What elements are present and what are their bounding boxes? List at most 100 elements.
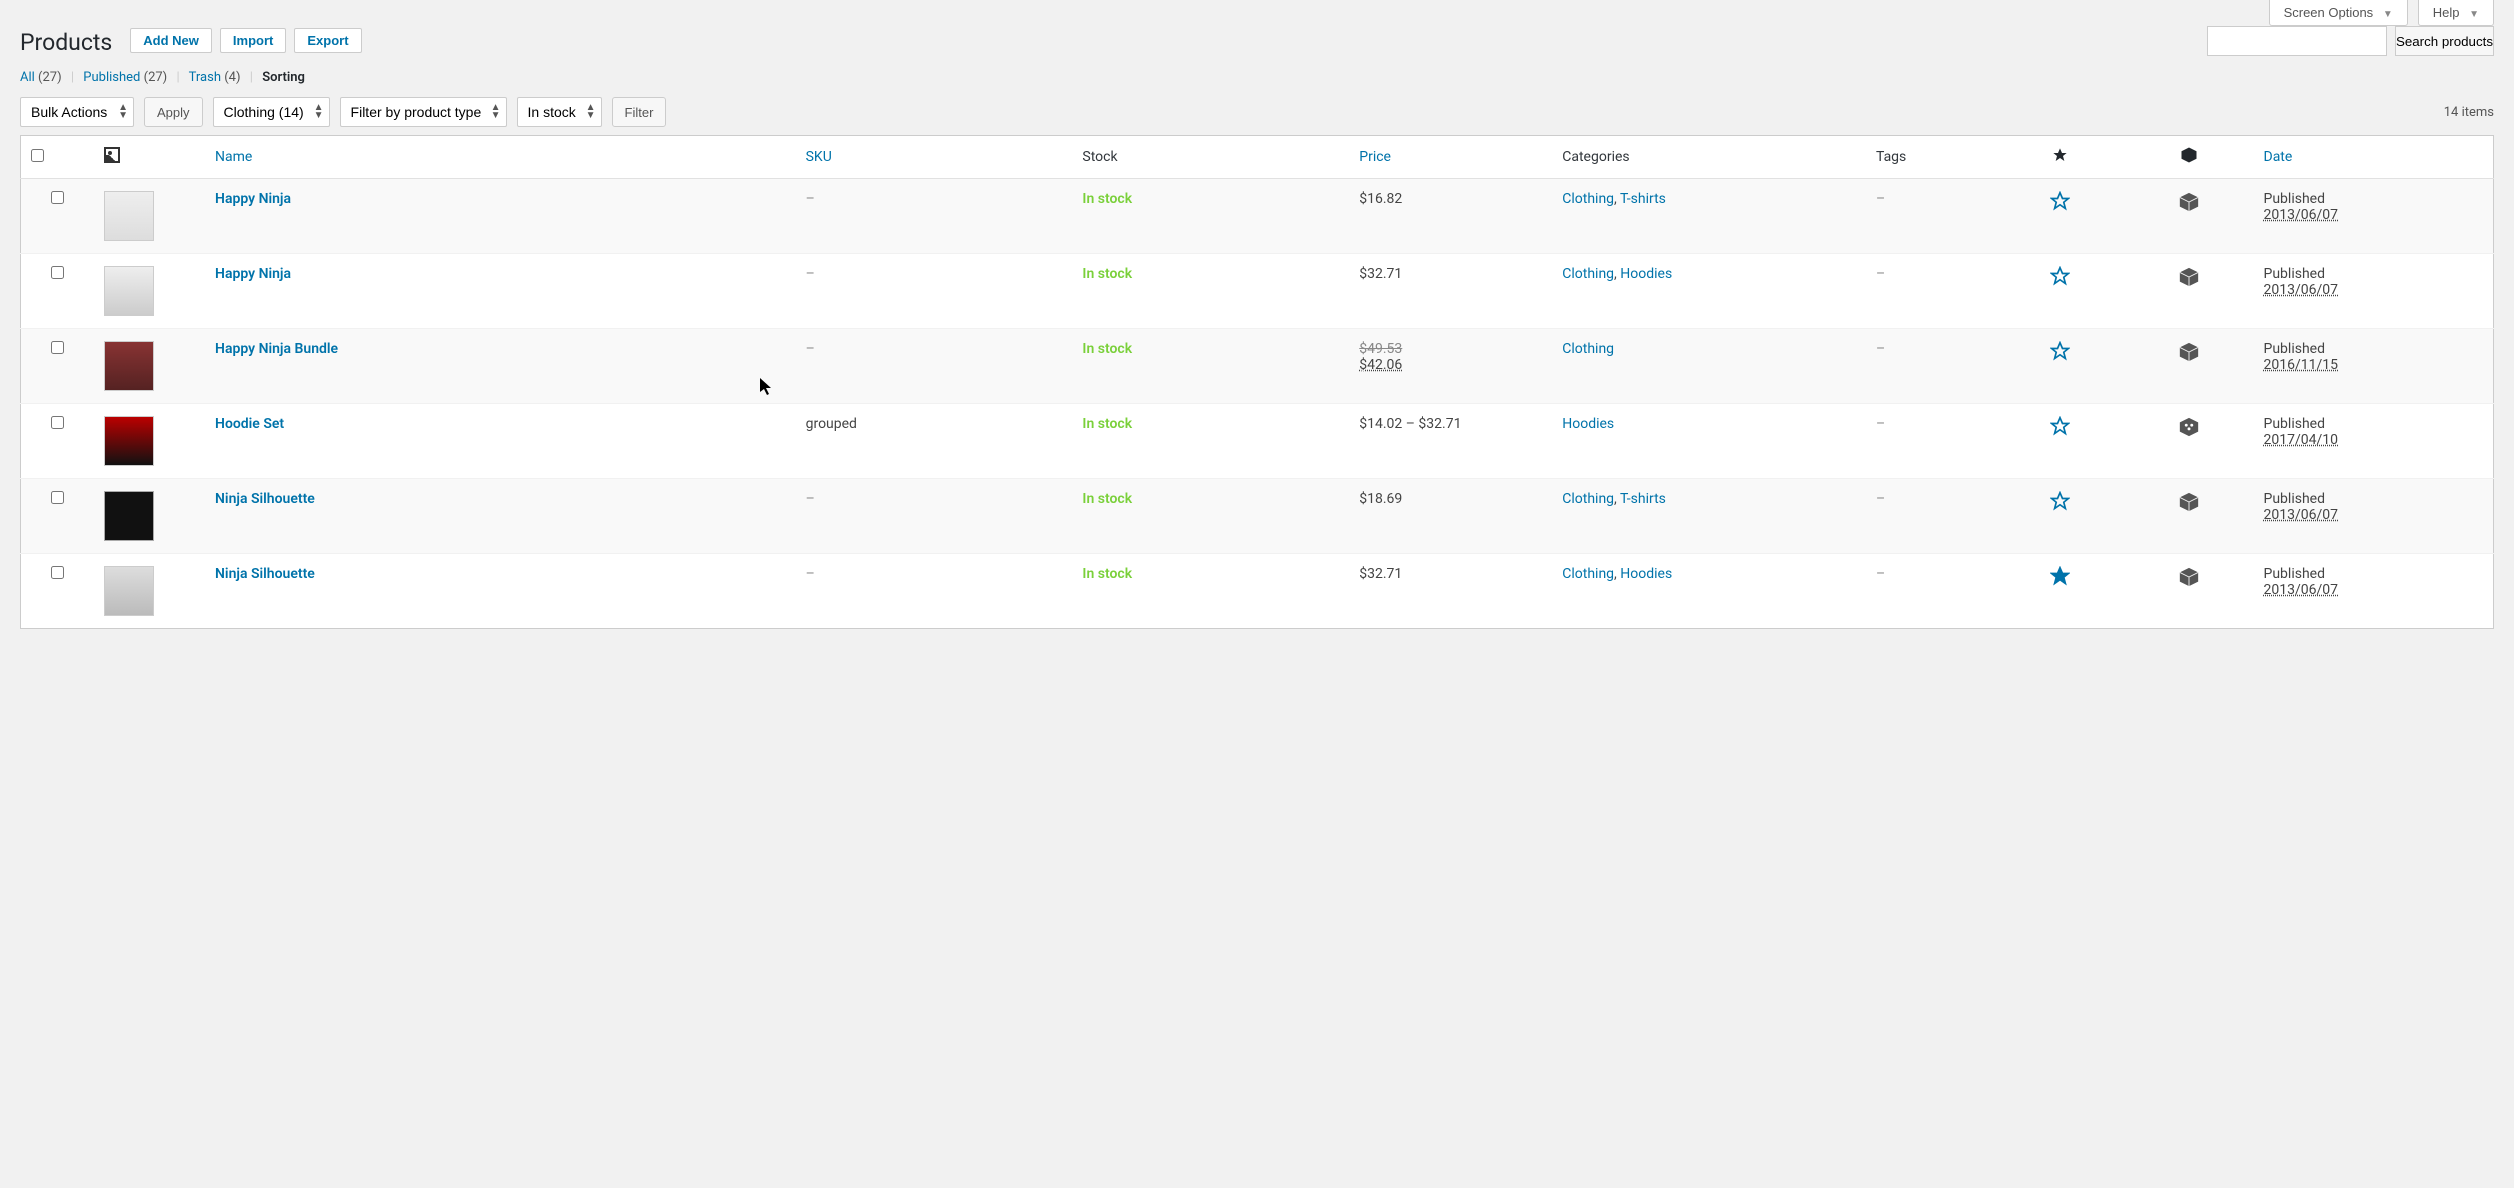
tags-value: – (1876, 416, 1885, 432)
category-link[interactable]: T-shirts (1620, 491, 1666, 507)
featured-toggle[interactable] (2050, 199, 2070, 215)
search-input[interactable] (2207, 26, 2387, 56)
product-name-link[interactable]: Hoodie Set (215, 416, 284, 432)
table-row: Happy Ninja Bundle – In stock $49.53$42.… (21, 329, 2494, 404)
date-value: 2013/06/07 (2264, 282, 2339, 298)
view-trash[interactable]: Trash (189, 70, 221, 85)
view-published[interactable]: Published (83, 70, 140, 85)
column-name[interactable]: Name (215, 149, 252, 165)
price-value: $18.69 (1359, 491, 1402, 507)
product-name-link[interactable]: Happy Ninja (215, 266, 291, 282)
category-link[interactable]: Clothing (1562, 266, 1614, 282)
row-checkbox[interactable] (51, 341, 64, 354)
image-column-icon (104, 147, 120, 163)
help-label: Help (2433, 5, 2460, 20)
sku-value: grouped (806, 416, 857, 432)
column-price[interactable]: Price (1359, 149, 1391, 165)
date-value: 2013/06/07 (2264, 582, 2339, 598)
category-link[interactable]: Hoodies (1562, 416, 1614, 432)
product-name-link[interactable]: Ninja Silhouette (215, 491, 315, 507)
product-thumbnail[interactable] (104, 566, 154, 616)
row-checkbox[interactable] (51, 566, 64, 579)
view-sorting[interactable]: Sorting (262, 70, 305, 85)
category-link[interactable]: Clothing (1562, 341, 1614, 357)
categories-cell: Clothing, Hoodies (1552, 554, 1866, 629)
price-value: $16.82 (1359, 191, 1402, 207)
filter-button[interactable]: Filter (612, 97, 667, 127)
featured-toggle[interactable] (2050, 274, 2070, 290)
row-checkbox[interactable] (51, 191, 64, 204)
tags-value: – (1876, 341, 1885, 357)
date-value: 2013/06/07 (2264, 507, 2339, 523)
stock-status: In stock (1082, 416, 1132, 432)
tags-value: – (1876, 491, 1885, 507)
search-button[interactable]: Search products (2395, 26, 2494, 56)
export-button[interactable]: Export (294, 28, 361, 53)
product-name-link[interactable]: Happy Ninja Bundle (215, 341, 338, 357)
view-trash-count: (4) (224, 70, 240, 85)
featured-toggle[interactable] (2050, 574, 2070, 590)
product-type-filter-select[interactable]: Filter by product type (340, 97, 507, 127)
stock-status: In stock (1082, 491, 1132, 507)
stock-status: In stock (1082, 191, 1132, 207)
tags-value: – (1876, 266, 1885, 282)
category-link[interactable]: Hoodies (1620, 266, 1672, 282)
help-button[interactable]: Help ▼ (2418, 0, 2494, 26)
table-row: Hoodie Set grouped In stock $14.02 – $32… (21, 404, 2494, 479)
view-filters: All (27) | Published (27) | Trash (4) | … (20, 70, 2494, 85)
add-new-button[interactable]: Add New (130, 28, 212, 53)
date-value: 2017/04/10 (2264, 432, 2339, 448)
price-value: $32.71 (1359, 266, 1402, 282)
column-sku[interactable]: SKU (806, 149, 832, 165)
product-name-link[interactable]: Ninja Silhouette (215, 566, 315, 582)
date-status: Published (2264, 566, 2325, 582)
date-status: Published (2264, 191, 2325, 207)
sku-value: – (806, 191, 815, 207)
featured-column-icon (2052, 151, 2068, 167)
price-value: $32.71 (1359, 566, 1402, 582)
product-thumbnail[interactable] (104, 416, 154, 466)
product-thumbnail[interactable] (104, 491, 154, 541)
featured-toggle[interactable] (2050, 499, 2070, 515)
view-all-count: (27) (38, 70, 62, 85)
category-link[interactable]: Clothing (1562, 191, 1614, 207)
sku-value: – (806, 266, 815, 282)
view-all[interactable]: All (20, 70, 35, 85)
row-checkbox[interactable] (51, 416, 64, 429)
category-link[interactable]: T-shirts (1620, 191, 1666, 207)
featured-toggle[interactable] (2050, 424, 2070, 440)
categories-cell: Clothing, T-shirts (1552, 179, 1866, 254)
product-type-icon (2178, 201, 2200, 217)
import-button[interactable]: Import (220, 28, 286, 53)
column-date[interactable]: Date (2264, 149, 2293, 165)
stock-status-filter-select[interactable]: In stock (517, 97, 602, 127)
row-checkbox[interactable] (51, 491, 64, 504)
featured-toggle[interactable] (2050, 349, 2070, 365)
select-all-checkbox[interactable] (31, 149, 44, 162)
product-thumbnail[interactable] (104, 266, 154, 316)
screen-options-button[interactable]: Screen Options ▼ (2269, 0, 2408, 26)
items-count: 14 items (2444, 105, 2494, 120)
product-type-icon (2178, 276, 2200, 292)
apply-button[interactable]: Apply (144, 97, 203, 127)
category-link[interactable]: Clothing (1562, 491, 1614, 507)
chevron-down-icon: ▼ (2383, 9, 2393, 20)
row-checkbox[interactable] (51, 266, 64, 279)
date-value: 2016/11/15 (2264, 357, 2339, 373)
product-type-icon (2178, 576, 2200, 592)
stock-status: In stock (1082, 341, 1132, 357)
product-thumbnail[interactable] (104, 341, 154, 391)
categories-cell: Clothing (1552, 329, 1866, 404)
category-link[interactable]: Clothing (1562, 566, 1614, 582)
chevron-down-icon: ▼ (2469, 9, 2479, 20)
product-thumbnail[interactable] (104, 191, 154, 241)
category-filter-select[interactable]: Clothing (14) (213, 97, 330, 127)
stock-status: In stock (1082, 566, 1132, 582)
bulk-actions-select[interactable]: Bulk Actions (20, 97, 134, 127)
products-table: Name SKU Stock Price Categories Tags Dat… (20, 135, 2494, 629)
date-status: Published (2264, 266, 2325, 282)
column-categories: Categories (1562, 149, 1629, 165)
categories-cell: Hoodies (1552, 404, 1866, 479)
product-name-link[interactable]: Happy Ninja (215, 191, 291, 207)
category-link[interactable]: Hoodies (1620, 566, 1672, 582)
